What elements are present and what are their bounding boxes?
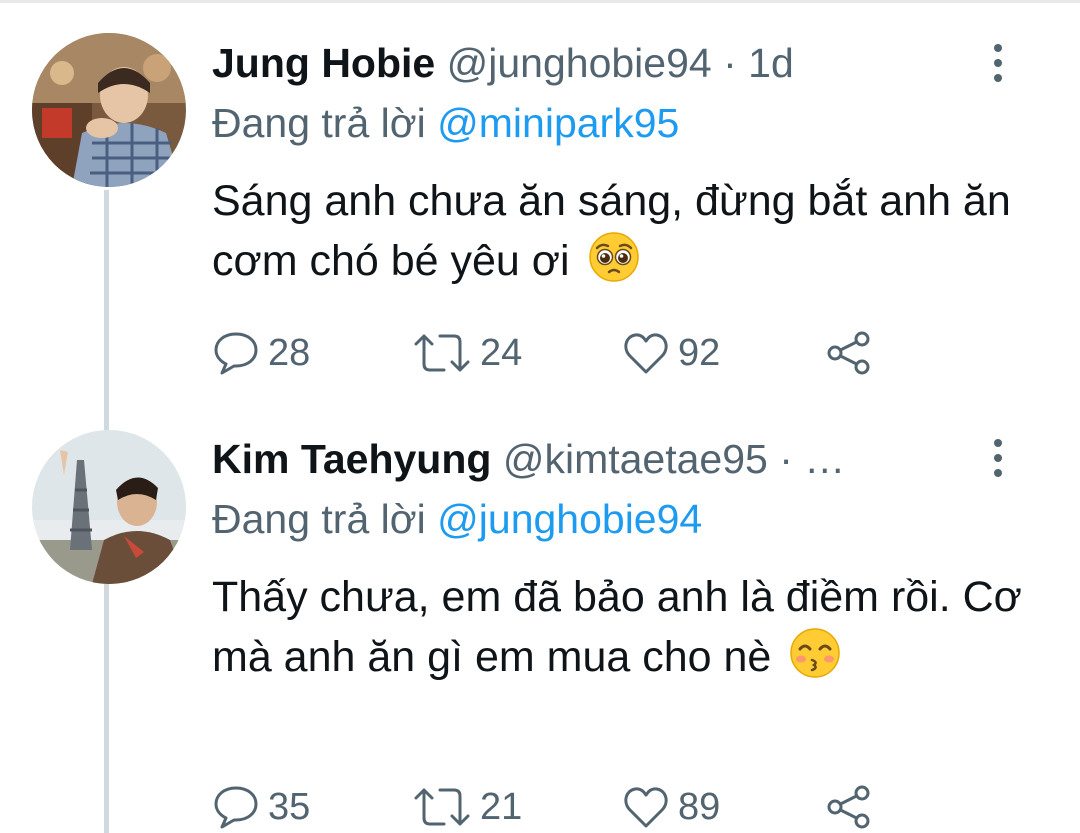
retweet-count: 21 [480, 785, 523, 828]
tweet-text: Thấy chưa, em đã bảo anh là điềm rồi. Cơ… [212, 568, 1032, 695]
more-options-button[interactable] [980, 43, 1016, 83]
retweet-icon [414, 334, 470, 372]
top-divider [0, 0, 1080, 3]
share-button[interactable] [824, 782, 882, 832]
reply-icon [214, 332, 258, 375]
reply-button[interactable]: 28 [212, 328, 310, 378]
reply-count: 28 [268, 331, 311, 374]
replying-to-label: Đang trả lời [212, 496, 426, 542]
reply-button[interactable]: 35 [212, 782, 310, 832]
more-dot-icon [994, 44, 1002, 52]
like-count: 92 [678, 331, 721, 374]
tweet-text: Sáng anh chưa ăn sáng, đừng bắt anh ăn c… [212, 172, 1032, 299]
retweet-icon [414, 788, 470, 826]
like-button[interactable]: 89 [622, 782, 720, 832]
retweet-count: 24 [480, 331, 523, 374]
separator: · [723, 40, 737, 86]
separator: · … [779, 436, 846, 482]
display-name[interactable]: Jung Hobie [212, 40, 435, 86]
replying-to: Đang trả lời @junghobie94 [212, 494, 702, 544]
user-handle[interactable]: @junghobie94 [447, 40, 712, 86]
like-count: 89 [678, 785, 721, 828]
more-dot-icon [994, 74, 1002, 82]
pleading-face-emoji-icon [588, 231, 640, 299]
reply-count: 35 [268, 785, 311, 828]
share-icon [827, 331, 870, 375]
tweet-header: Kim Taehyung @kimtaetae95 · … [212, 434, 845, 484]
mention-link[interactable]: @minipark95 [437, 100, 679, 146]
replying-to-label: Đang trả lời [212, 100, 426, 146]
display-name[interactable]: Kim Taehyung [212, 436, 491, 482]
avatar[interactable] [32, 430, 186, 584]
tweet-actions: 28 24 92 [212, 328, 912, 378]
share-icon [827, 785, 870, 829]
more-dot-icon [994, 439, 1002, 447]
retweet-button[interactable]: 24 [412, 328, 522, 378]
user-handle[interactable]: @kimtaetae95 [503, 436, 768, 482]
replying-to: Đang trả lời @minipark95 [212, 98, 679, 148]
more-options-button[interactable] [980, 438, 1016, 478]
like-button[interactable]: 92 [622, 328, 720, 378]
heart-icon [624, 333, 668, 374]
more-dot-icon [994, 469, 1002, 477]
mention-link[interactable]: @junghobie94 [437, 496, 702, 542]
tweet-text-content: Thấy chưa, em đã bảo anh là điềm rồi. Cơ… [212, 573, 1022, 681]
tweet-header: Jung Hobie @junghobie94 · 1d [212, 38, 794, 88]
avatar[interactable] [32, 33, 186, 187]
retweet-button[interactable]: 21 [412, 782, 522, 832]
more-dot-icon [994, 59, 1002, 67]
more-dot-icon [994, 454, 1002, 462]
reply-icon [214, 786, 258, 829]
tweet-actions: 35 21 89 [212, 782, 912, 832]
share-button[interactable] [824, 328, 882, 378]
timestamp[interactable]: 1d [748, 40, 794, 86]
kissing-face-emoji-icon [789, 627, 841, 695]
heart-icon [624, 787, 668, 828]
